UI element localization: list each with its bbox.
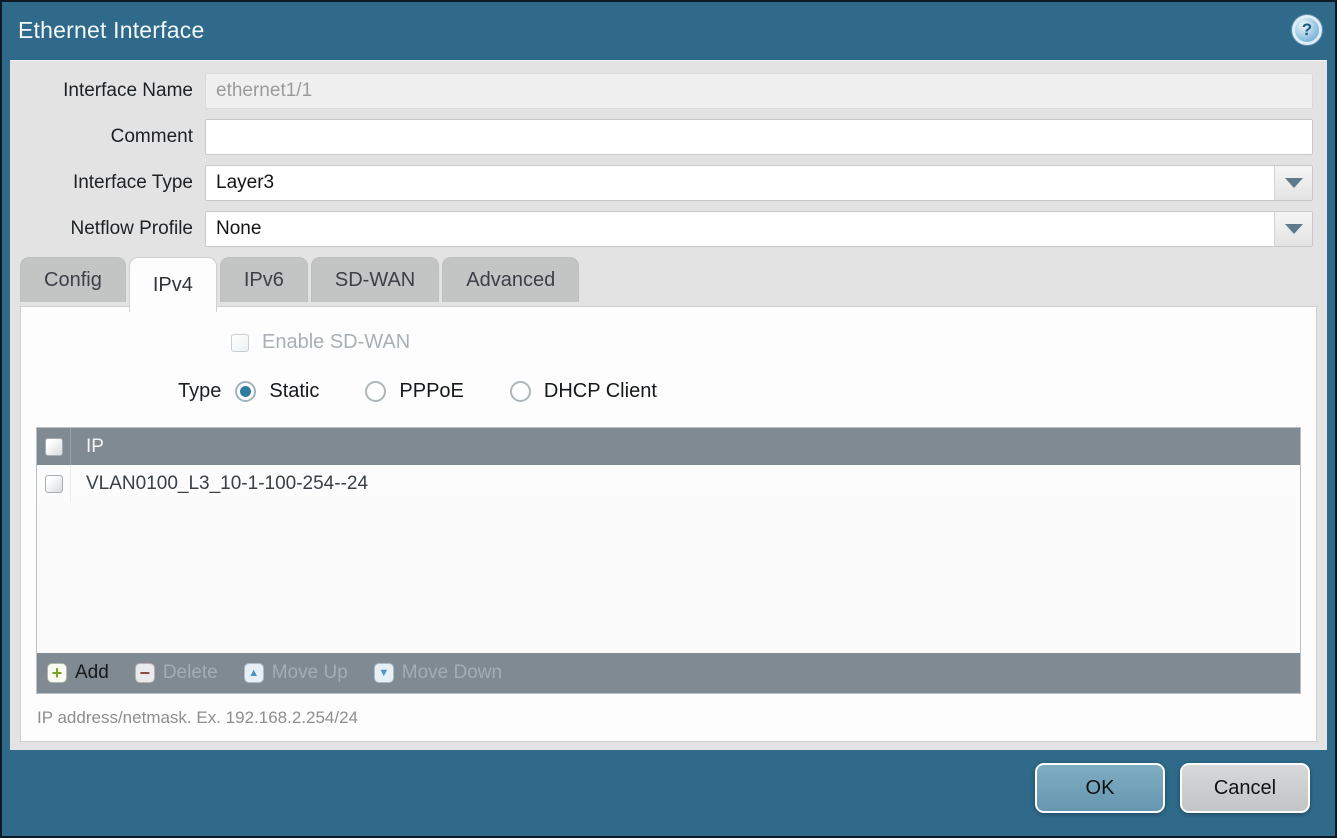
radio-static-control[interactable] — [235, 381, 256, 402]
netflow-profile-row: Netflow Profile None — [10, 211, 1313, 247]
radio-selected-dot — [240, 386, 251, 397]
move-down-button-label: Move Down — [402, 662, 502, 684]
chevron-down-icon — [1285, 178, 1303, 188]
tab-config[interactable]: Config — [20, 257, 126, 302]
row-checkbox-cell — [37, 465, 71, 502]
tab-ipv4[interactable]: IPv4 — [129, 257, 217, 312]
tab-advanced[interactable]: Advanced — [442, 257, 579, 302]
enable-sdwan-checkbox — [231, 334, 249, 352]
netflow-profile-dropdown[interactable]: None — [205, 211, 1313, 247]
delete-button: − Delete — [135, 662, 218, 684]
radio-static-label: Static — [269, 380, 319, 403]
move-up-button-label: Move Up — [272, 662, 348, 684]
netflow-profile-dropdown-button[interactable] — [1274, 212, 1312, 246]
row-ip-value[interactable]: VLAN0100_L3_10-1-100-254--24 — [71, 465, 368, 502]
ip-table-header: IP — [37, 428, 1300, 465]
type-radio-row: Type Static PPPoE DHCP Client — [178, 380, 1316, 403]
tab-ipv6[interactable]: IPv6 — [220, 257, 308, 302]
interface-type-dropdown[interactable]: Layer3 — [205, 165, 1313, 201]
chevron-down-icon — [1285, 224, 1303, 234]
minus-icon: − — [135, 663, 155, 683]
move-down-button: ▼ Move Down — [374, 662, 502, 684]
arrow-down-icon: ▼ — [374, 663, 394, 683]
interface-name-row: Interface Name — [10, 73, 1313, 109]
comment-row: Comment — [10, 119, 1313, 155]
cancel-button[interactable]: Cancel — [1180, 763, 1310, 813]
radio-pppoe-control[interactable] — [365, 381, 386, 402]
interface-type-label: Interface Type — [10, 172, 205, 194]
interface-form: Interface Name Comment Interface Type La… — [10, 61, 1327, 247]
arrow-up-icon: ▲ — [244, 663, 264, 683]
dialog-body: Interface Name Comment Interface Type La… — [10, 60, 1327, 750]
interface-type-value: Layer3 — [206, 166, 1274, 200]
interface-name-label: Interface Name — [10, 80, 205, 102]
ip-table-toolbar: + Add − Delete ▲ Move Up ▼ Move Down — [37, 653, 1300, 693]
netflow-profile-value: None — [206, 212, 1274, 246]
radio-dhcp-client[interactable]: DHCP Client — [510, 380, 657, 403]
radio-dhcp-client-label: DHCP Client — [544, 380, 657, 403]
ip-format-hint: IP address/netmask. Ex. 192.168.2.254/24 — [37, 708, 1316, 728]
ip-table: IP VLAN0100_L3_10-1-100-254--24 + Add — [36, 427, 1301, 694]
ipv4-tab-panel: Enable SD-WAN Type Static PPPoE DHCP Cli… — [20, 306, 1317, 742]
table-row[interactable]: VLAN0100_L3_10-1-100-254--24 — [37, 465, 1300, 502]
radio-pppoe-label: PPPoE — [399, 380, 463, 403]
enable-sdwan-label: Enable SD-WAN — [262, 331, 410, 354]
add-button[interactable]: + Add — [47, 662, 109, 684]
comment-label: Comment — [10, 126, 205, 148]
ok-button[interactable]: OK — [1035, 763, 1165, 813]
ip-table-body: VLAN0100_L3_10-1-100-254--24 — [37, 465, 1300, 653]
ethernet-interface-dialog: Ethernet Interface ? Interface Name Comm… — [0, 0, 1337, 838]
dialog-footer: OK Cancel — [2, 750, 1335, 836]
comment-field[interactable] — [205, 119, 1313, 155]
radio-dhcp-client-control[interactable] — [510, 381, 531, 402]
dialog-title: Ethernet Interface — [18, 17, 204, 44]
interface-type-row: Interface Type Layer3 — [10, 165, 1313, 201]
select-all-checkbox[interactable] — [45, 438, 63, 456]
interface-type-dropdown-button[interactable] — [1274, 166, 1312, 200]
tab-strip: Config IPv4 IPv6 SD-WAN Advanced — [20, 257, 1327, 306]
row-checkbox[interactable] — [45, 475, 63, 493]
enable-sdwan-row: Enable SD-WAN — [231, 331, 1316, 354]
move-up-button: ▲ Move Up — [244, 662, 348, 684]
add-button-label: Add — [75, 662, 109, 684]
ip-column-header: IP — [71, 428, 104, 465]
help-icon[interactable]: ? — [1292, 15, 1322, 45]
radio-static[interactable]: Static — [235, 380, 319, 403]
radio-pppoe[interactable]: PPPoE — [365, 380, 463, 403]
tab-sd-wan[interactable]: SD-WAN — [311, 257, 439, 302]
dialog-titlebar[interactable]: Ethernet Interface ? — [2, 2, 1335, 58]
delete-button-label: Delete — [163, 662, 218, 684]
netflow-profile-label: Netflow Profile — [10, 218, 205, 240]
plus-icon: + — [47, 663, 67, 683]
type-label: Type — [178, 380, 221, 403]
select-all-cell — [37, 428, 71, 465]
interface-name-field — [205, 73, 1313, 109]
